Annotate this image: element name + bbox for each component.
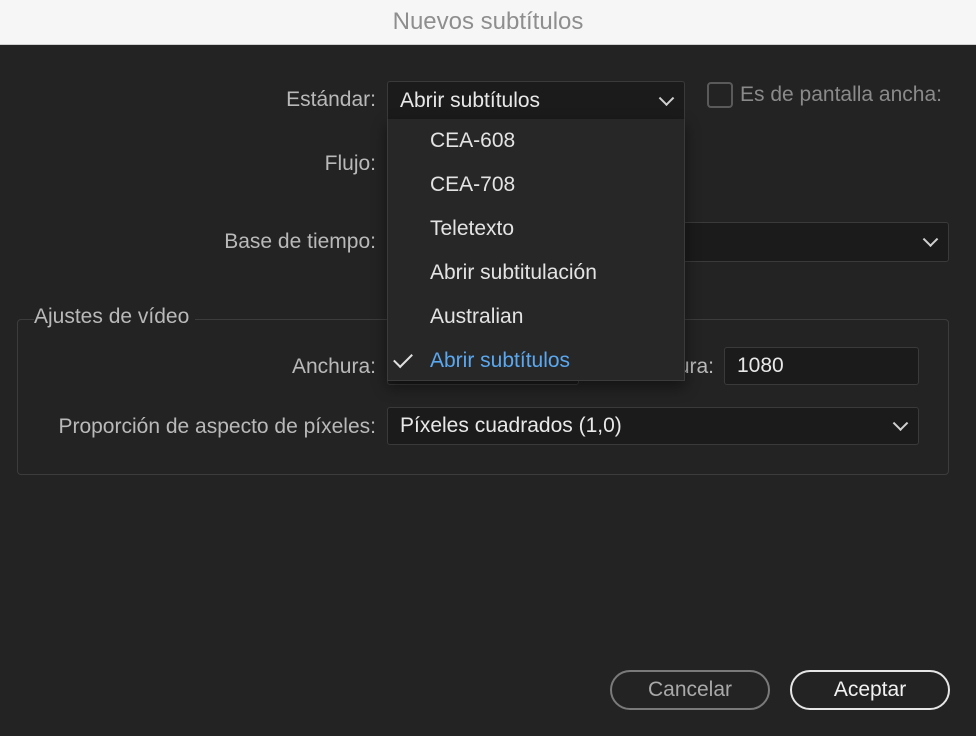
width-label: Anchura: [291,355,376,378]
height-input[interactable]: 1080 [724,347,919,385]
window-title: Nuevos subtítulos [392,8,584,35]
pixel-aspect-select[interactable]: Píxeles cuadrados (1,0) [387,407,919,445]
chevron-down-icon [922,231,939,248]
menu-item-cea-608[interactable]: CEA-608 [388,119,684,163]
stream-label: Flujo: [324,152,376,175]
ok-button[interactable]: Aceptar [790,670,950,710]
window-titlebar: Nuevos subtítulos [0,0,976,45]
timebase-label: Base de tiempo: [224,230,376,253]
widescreen-label: Es de pantalla ancha: [740,83,942,106]
menu-item-cea-708[interactable]: CEA-708 [388,163,684,207]
menu-item-abrir-subtitulacion[interactable]: Abrir subtitulación [388,251,684,295]
widescreen-checkbox[interactable] [707,82,733,108]
checkmark-icon [393,348,413,369]
chevron-down-icon [658,89,675,106]
chevron-down-icon [892,415,909,432]
pixel-aspect-value: Píxeles cuadrados (1,0) [400,414,622,437]
menu-item-teletexto[interactable]: Teletexto [388,207,684,251]
standard-label: Estándar: [286,88,376,111]
standard-select-value: Abrir subtítulos [400,88,541,112]
height-input-value: 1080 [737,354,784,377]
pixel-aspect-label: Proporción de aspecto de píxeles: [58,415,376,438]
video-settings-title: Ajustes de vídeo [34,305,196,329]
menu-item-australian[interactable]: Australian [388,295,684,339]
cancel-button[interactable]: Cancelar [610,670,770,710]
standard-dropdown-menu: CEA-608 CEA-708 Teletexto Abrir subtitul… [387,119,685,381]
standard-select[interactable]: Abrir subtítulos [387,81,685,119]
menu-item-abrir-subtitulos[interactable]: Abrir subtítulos [388,339,684,383]
